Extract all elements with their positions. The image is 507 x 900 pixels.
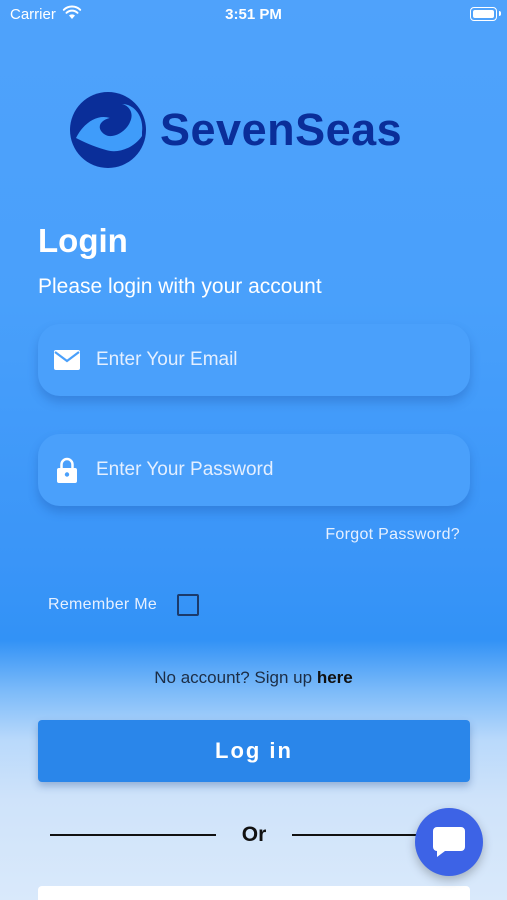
chat-bubble-icon — [433, 827, 465, 857]
status-bar: Carrier 3:51 PM — [0, 0, 507, 30]
password-field[interactable] — [38, 434, 470, 506]
lock-icon — [54, 457, 80, 483]
remember-me-label: Remember Me — [48, 596, 158, 613]
email-field[interactable] — [38, 324, 470, 396]
divider-line-left — [50, 834, 216, 836]
chat-button[interactable] — [415, 808, 483, 876]
mail-icon — [54, 347, 80, 373]
or-label: Or — [241, 823, 267, 846]
remember-me-row[interactable]: Remember Me — [48, 594, 200, 616]
login-button[interactable]: Log in — [38, 720, 470, 782]
page-subtitle: Please login with your account — [38, 275, 322, 298]
app-logo: SevenSeas — [70, 92, 402, 168]
page-title: Login — [38, 222, 128, 259]
clock: 3:51 PM — [225, 6, 282, 23]
email-input[interactable] — [96, 349, 436, 371]
brand-name: SevenSeas — [160, 104, 403, 155]
or-divider: Or — [50, 822, 450, 848]
battery-icon — [470, 7, 501, 21]
forgot-password-link[interactable]: Forgot Password? — [325, 526, 460, 544]
signup-prompt-text: No account? Sign up — [154, 668, 317, 687]
password-input[interactable] — [96, 459, 436, 481]
wave-logo-icon — [70, 92, 146, 168]
signup-link[interactable]: here — [317, 668, 353, 687]
social-login-button[interactable] — [38, 886, 470, 900]
remember-me-checkbox[interactable] — [177, 594, 200, 616]
signup-prompt: No account? Sign up here — [0, 668, 507, 688]
